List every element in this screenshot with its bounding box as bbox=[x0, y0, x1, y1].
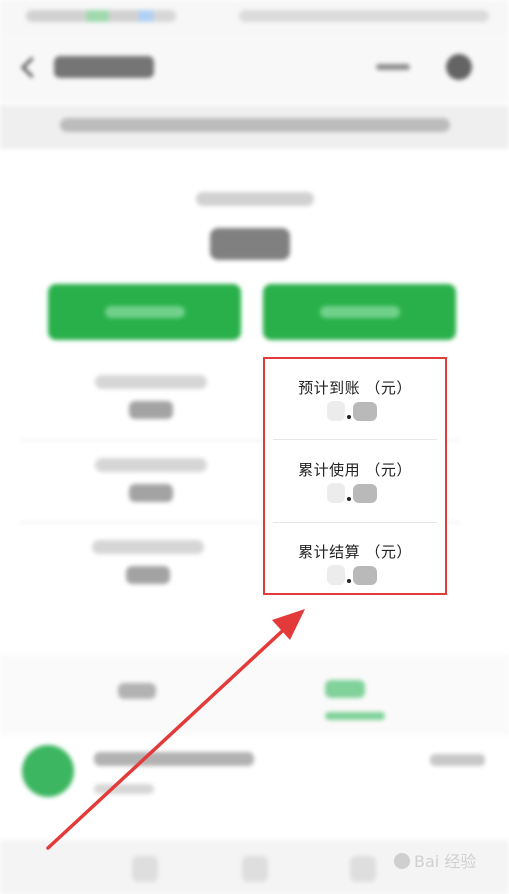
avatar bbox=[22, 745, 74, 797]
back-arrow-icon[interactable] bbox=[18, 56, 40, 78]
highlighted-stats-panel: 预计到账 （元） 累计使用 （元） 累计结算 （元） bbox=[263, 357, 447, 595]
stat-label: 累计结算 （元） bbox=[298, 543, 412, 561]
list-item[interactable] bbox=[0, 738, 509, 838]
stat-expected-arrival: 预计到账 （元） bbox=[265, 359, 445, 439]
balance-label bbox=[196, 192, 314, 206]
stat-cumulative-settled: 累计结算 （元） bbox=[265, 523, 445, 603]
stat-label: 累计使用 （元） bbox=[298, 461, 412, 479]
bottom-nav-item-2[interactable] bbox=[242, 856, 268, 882]
decimal-point bbox=[347, 579, 351, 583]
right-action-button[interactable] bbox=[263, 284, 456, 340]
list-item-subtitle bbox=[94, 784, 154, 794]
stat-value-masked bbox=[327, 483, 381, 503]
status-bar bbox=[0, 0, 509, 34]
stat-cumulative-used: 累计使用 （元） bbox=[265, 441, 445, 521]
tab-underline bbox=[325, 712, 385, 720]
tab-left[interactable] bbox=[118, 683, 156, 699]
stat-value-masked bbox=[327, 401, 381, 421]
divider bbox=[273, 439, 437, 440]
decimal-point bbox=[347, 415, 351, 419]
watermark-text: Bai 经验 bbox=[414, 852, 477, 871]
tab-right-active[interactable] bbox=[325, 680, 365, 698]
target-icon[interactable] bbox=[446, 54, 472, 80]
balance-value bbox=[210, 228, 290, 260]
notice-text bbox=[60, 118, 450, 132]
more-options-icon[interactable] bbox=[376, 64, 410, 70]
watermark-logo: Bai 经验 bbox=[390, 848, 476, 872]
decimal-point bbox=[347, 497, 351, 501]
stat-value-masked bbox=[327, 565, 381, 585]
bottom-nav-item-3[interactable] bbox=[350, 856, 376, 882]
status-bar-left bbox=[26, 10, 176, 22]
page-title bbox=[54, 56, 154, 78]
list-item-title bbox=[94, 752, 254, 766]
tabs-area bbox=[0, 655, 509, 735]
list-item-trailing bbox=[430, 754, 485, 766]
status-bar-right bbox=[239, 10, 489, 22]
left-action-button[interactable] bbox=[48, 284, 241, 340]
stat-label: 预计到账 （元） bbox=[298, 379, 412, 397]
bottom-nav-item-1[interactable] bbox=[132, 856, 158, 882]
